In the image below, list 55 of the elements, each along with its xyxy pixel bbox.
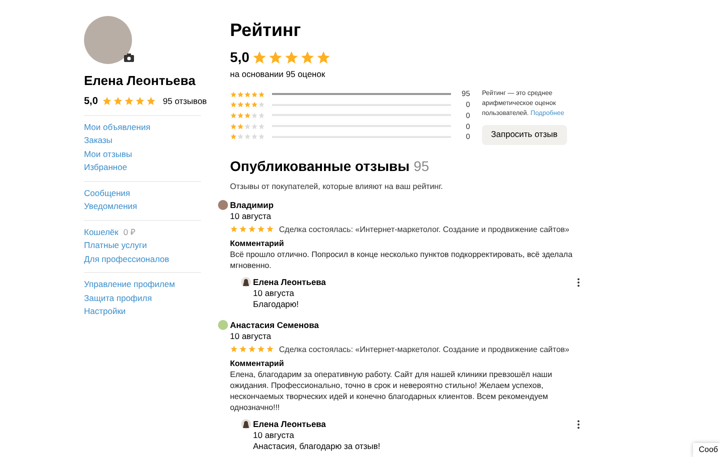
- sidebar-link[interactable]: Заказы: [84, 134, 112, 148]
- star-icon: [146, 96, 156, 106]
- avatar-icon: [241, 277, 251, 288]
- reviews-title: Опубликованные отзывы: [230, 156, 410, 176]
- sidebar-link[interactable]: Уведомления: [84, 200, 138, 214]
- reply-text: Благодарю!: [252, 298, 300, 310]
- wallet-balance: 0 ₽: [123, 226, 136, 239]
- chat-tab[interactable]: Сооб: [692, 443, 720, 457]
- sidebar-link[interactable]: Кошелёк: [84, 226, 118, 239]
- camera-icon: [124, 53, 134, 62]
- reply-date: 10 августа: [252, 430, 296, 441]
- sidebar-link[interactable]: Управление профилем: [84, 278, 175, 292]
- sidebar-link[interactable]: Платные услуги: [84, 239, 147, 252]
- reviews-total: 95: [414, 156, 430, 176]
- reply-author: Елена Леонтьева: [253, 276, 326, 288]
- star-icon: [284, 50, 300, 65]
- comment-text: Всё прошло отлично. Попросил в конце несколько пунктов подкорректировать, всё зделала мгновенно.: [230, 248, 574, 271]
- deal-text: Сделка состоялась: «Интернет-маркетолог. Создание и продвижение сайтов»: [279, 224, 570, 235]
- star-icon: [124, 96, 134, 106]
- reviewer-name: Владимир: [230, 200, 274, 211]
- sidebar-link[interactable]: Мои отзывы: [84, 148, 132, 161]
- deal-text: Сделка состоялась: «Интернет-маркетолог. Создание и продвижение сайтов»: [279, 344, 570, 355]
- star-icon: [112, 96, 123, 106]
- reply-author: Елена Леонтьева: [253, 418, 326, 430]
- reviews-count: 95 отзывов: [162, 94, 207, 108]
- star-icon: [300, 50, 316, 65]
- rating-subtitle: на основании 95 оценок: [230, 68, 326, 81]
- sidebar-link[interactable]: Настройки: [84, 305, 126, 318]
- reviewer-name: Анастасия Семенова: [230, 320, 319, 331]
- sidebar-link[interactable]: Сообщения: [84, 186, 130, 200]
- review-date: 10 августа: [230, 330, 272, 342]
- comment-label: Комментарий: [230, 238, 285, 249]
- request-review-button[interactable]: Запросить отзыв: [482, 124, 567, 145]
- reply-text: Анастасия, благодарю за отзыв!: [252, 440, 382, 452]
- more-icon[interactable]: [577, 420, 580, 429]
- sidebar-link[interactable]: Для профессионалов: [84, 252, 170, 266]
- star-icon: [134, 96, 145, 106]
- reply-date: 10 августа: [252, 288, 296, 299]
- avatar-icon: [241, 419, 251, 430]
- star-icon: [268, 50, 284, 65]
- star-icon: [316, 50, 332, 65]
- comment-text: Елена, благодарим за оперативную работу. Сайт для нашей клиники превзошёл наши ожидания. Профессионально, точно в срок и невероятно стильно! Желаем успехов, нескончаемых творческих идей и конечно благодарных клиентов. Всем рекомендуем однозначно!!!: [230, 368, 554, 413]
- star-icon: [252, 50, 268, 65]
- reviews-subtitle: Отзывы от покупателей, которые влияют на ваш рейтинг.: [230, 180, 444, 193]
- profile-name: Елена Леонтьева: [84, 72, 196, 90]
- star-icon: [102, 96, 112, 106]
- rating-score: 5,0: [84, 94, 98, 108]
- sidebar-link[interactable]: Защита профиля: [84, 292, 152, 305]
- comment-label: Комментарий: [230, 358, 285, 369]
- sidebar-link[interactable]: Мои объявления: [84, 120, 150, 134]
- more-icon[interactable]: [577, 278, 580, 287]
- sidebar-link[interactable]: Избранное: [84, 161, 128, 174]
- review-date: 10 августа: [230, 210, 272, 222]
- rating-score: 5,0: [230, 48, 250, 67]
- rating-title: Рейтинг: [230, 19, 302, 42]
